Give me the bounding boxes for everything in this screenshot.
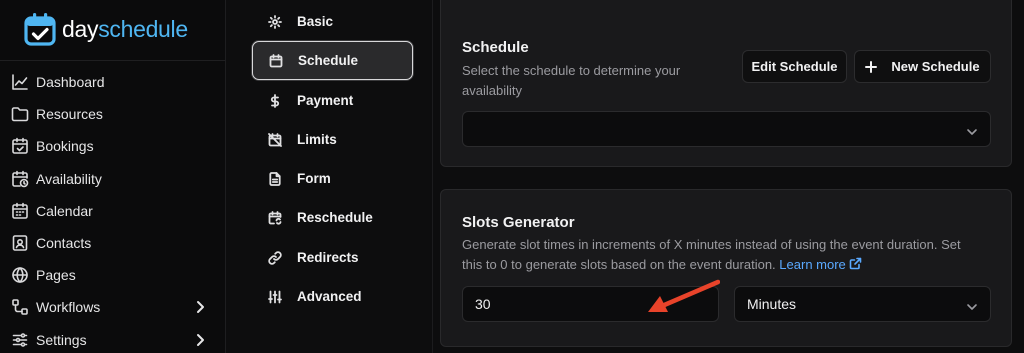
sidebar-item-dashboard[interactable]: Dashboard	[0, 66, 226, 98]
schedule-card: Schedule Select the schedule to determin…	[440, 0, 1012, 167]
sidebar-item-label: Calendar	[36, 202, 93, 219]
calendar-check-logo-icon	[24, 13, 56, 46]
tab-label: Advanced	[297, 289, 362, 304]
slot-unit-value: Minutes	[747, 296, 797, 312]
tab-advanced[interactable]: Advanced	[252, 277, 413, 316]
tab-label: Form	[297, 171, 331, 186]
content-divider	[432, 0, 433, 353]
globe-icon	[11, 266, 29, 284]
gear-icon	[11, 331, 29, 349]
tab-schedule[interactable]: Schedule	[252, 41, 413, 80]
slots-desc-line-2: this to 0 to generate slots based on the…	[462, 255, 961, 275]
slots-desc-text: this to 0 to generate slots based on the…	[462, 257, 776, 272]
sidebar-item-contacts[interactable]: Contacts	[0, 227, 226, 259]
tab-label: Payment	[297, 93, 354, 108]
chevron-right-icon[interactable]	[193, 332, 207, 348]
tab-label: Basic	[297, 14, 334, 29]
calendar-icon	[269, 53, 283, 68]
schedule-card-description: Select the schedule to determine your av…	[462, 61, 680, 101]
sidebar-divider	[0, 60, 226, 61]
sidebar-item-label: Dashboard	[36, 74, 105, 91]
link-icon	[268, 250, 282, 265]
slots-generator-card: Slots Generator Generate slot times in i…	[440, 189, 1012, 347]
tab-label: Schedule	[298, 53, 359, 68]
tab-form[interactable]: Form	[252, 159, 413, 198]
dollar-icon	[268, 93, 282, 108]
sidebar-item-label: Settings	[36, 331, 87, 348]
learn-more-label: Learn more	[779, 257, 846, 272]
tab-label: Reschedule	[297, 210, 373, 225]
learn-more-link[interactable]: Learn more	[779, 256, 862, 272]
schedule-card-title: Schedule	[462, 39, 529, 56]
sidebar-item-label: Pages	[36, 267, 76, 284]
schedule-desc-line: Select the schedule to determine your	[462, 63, 681, 78]
calendar-off-icon	[268, 132, 282, 147]
brand-name-schedule: schedule	[98, 15, 188, 42]
annotation-arrow-icon	[648, 279, 720, 312]
chevron-down-icon	[966, 124, 978, 135]
tab-label: Redirects	[297, 250, 359, 265]
sidebar-item-label: Contacts	[36, 235, 92, 252]
sidebar-item-label: Availability	[36, 170, 102, 187]
brand-logo[interactable]: dayschedule	[24, 11, 188, 47]
tab-limits[interactable]: Limits	[252, 120, 413, 159]
sidebar-item-label: Resources	[36, 106, 103, 123]
tab-label: Limits	[297, 132, 337, 147]
contact-icon	[11, 234, 29, 252]
plus-icon	[865, 60, 878, 73]
sidebar-item-pages[interactable]: Pages	[0, 259, 226, 291]
slot-unit-select[interactable]: Minutes	[734, 286, 991, 322]
slots-generator-description: Generate slot times in increments of X m…	[462, 235, 961, 275]
calendar-clock-icon	[11, 170, 29, 188]
calendar-sync-icon	[268, 210, 282, 225]
workflow-icon	[11, 298, 29, 316]
tab-reschedule[interactable]: Reschedule	[252, 198, 413, 237]
sidebar-item-availability[interactable]: Availability	[0, 163, 226, 195]
new-schedule-label: New Schedule	[891, 59, 980, 74]
sidebar-item-label: Workflows	[36, 299, 101, 316]
schedule-select[interactable]	[462, 111, 991, 147]
gear-icon	[268, 14, 282, 29]
tab-redirects[interactable]: Redirects	[252, 238, 413, 277]
brand-name: dayschedule	[62, 16, 188, 43]
folder-icon	[11, 105, 29, 123]
sidebar-item-workflows[interactable]: Workflows	[0, 291, 226, 323]
chevron-right-icon[interactable]	[193, 299, 207, 315]
slot-increment-value: 30	[475, 296, 491, 312]
sidebar-item-label: Bookings	[36, 138, 94, 155]
sidebar-nav: Dashboard Resources Bookings Availabilit…	[0, 66, 226, 353]
main-sidebar: dayschedule Dashboard Resources Bookings…	[0, 0, 226, 353]
event-settings-menu: Basic Schedule Payment Limits Form Resch…	[248, 0, 418, 353]
external-link-icon	[849, 256, 862, 270]
edit-schedule-label: Edit Schedule	[751, 59, 838, 74]
sliders-icon	[268, 290, 282, 304]
calendar-check-icon	[11, 137, 29, 155]
schedule-desc-line: availability	[462, 83, 522, 98]
file-text-icon	[268, 171, 282, 186]
sidebar-item-resources[interactable]: Resources	[0, 98, 226, 130]
calendar-icon	[11, 202, 29, 220]
sidebar-item-bookings[interactable]: Bookings	[0, 130, 226, 162]
new-schedule-button[interactable]: New Schedule	[854, 50, 991, 83]
sidebar-item-calendar[interactable]: Calendar	[0, 195, 226, 227]
tab-payment[interactable]: Payment	[252, 81, 413, 120]
tab-basic[interactable]: Basic	[252, 2, 413, 41]
slots-generator-title: Slots Generator	[462, 214, 575, 231]
slots-desc-line: Generate slot times in increments of X m…	[462, 237, 961, 252]
brand-name-day: day	[62, 15, 99, 42]
chart-line-icon	[11, 73, 29, 91]
chevron-down-icon	[966, 299, 978, 310]
edit-schedule-button[interactable]: Edit Schedule	[742, 50, 847, 83]
sidebar-item-settings[interactable]: Settings	[0, 324, 226, 353]
